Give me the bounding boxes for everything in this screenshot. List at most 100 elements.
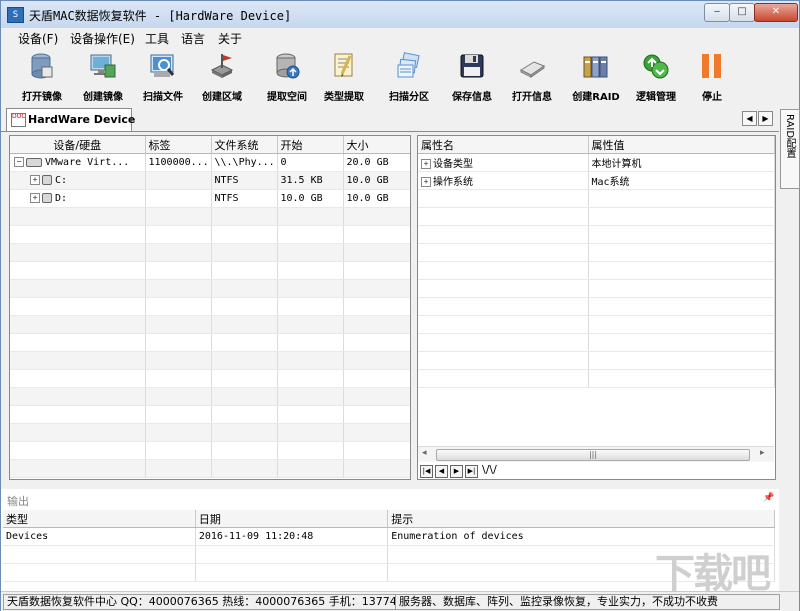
- type-extract-button[interactable]: 类型提取: [314, 52, 374, 104]
- col-size[interactable]: 大小: [343, 136, 410, 154]
- table-cell-size: [343, 423, 410, 442]
- scroll-right-arrow[interactable]: ▸: [760, 448, 765, 458]
- table-row[interactable]: [10, 261, 410, 280]
- table-row[interactable]: [10, 423, 410, 442]
- table-row[interactable]: [10, 405, 410, 424]
- col-label[interactable]: 标签: [145, 136, 212, 154]
- table-row[interactable]: [10, 441, 410, 460]
- property-row[interactable]: [418, 225, 775, 244]
- scroll-left-arrow[interactable]: ◂: [422, 448, 427, 458]
- property-row[interactable]: [418, 261, 775, 280]
- property-row[interactable]: [418, 189, 775, 208]
- open-image-button[interactable]: 打开镜像: [12, 52, 72, 104]
- horizontal-scrollbar[interactable]: ◂ ||| ▸: [418, 446, 774, 462]
- col-hint[interactable]: 提示: [387, 510, 775, 528]
- property-row[interactable]: + 操作系统 Mac系统: [418, 171, 775, 190]
- table-row[interactable]: [10, 243, 410, 262]
- col-start[interactable]: 开始: [277, 136, 344, 154]
- output-title: 输出: [7, 495, 29, 508]
- expand-icon[interactable]: +: [30, 175, 40, 185]
- tab-hardware-device[interactable]: DOC HardWare Device: [6, 108, 135, 131]
- prev-page-button[interactable]: ◀: [435, 465, 448, 478]
- scan-partition-button[interactable]: 扫描分区: [379, 52, 439, 104]
- table-row[interactable]: [10, 459, 410, 478]
- last-page-button[interactable]: ▶|: [465, 465, 478, 478]
- table-row[interactable]: + D: NTFS 10.0 GB 10.0 GB: [10, 189, 410, 208]
- property-row[interactable]: [418, 297, 775, 316]
- table-cell-label: [145, 315, 212, 334]
- table-row[interactable]: [10, 207, 410, 226]
- maximize-button[interactable]: □: [729, 3, 755, 22]
- property-row[interactable]: [418, 369, 775, 388]
- table-cell-fs: [211, 243, 278, 262]
- table-cell-start: [277, 423, 344, 442]
- col-device[interactable]: 设备/硬盘: [10, 136, 146, 154]
- logic-manage-button[interactable]: 逻辑管理: [626, 52, 686, 104]
- open-image-label: 打开镜像: [22, 92, 62, 103]
- create-region-button[interactable]: 创建区域: [192, 52, 252, 104]
- col-filesystem[interactable]: 文件系统: [211, 136, 278, 154]
- table-row[interactable]: + C: NTFS 31.5 KB 10.0 GB: [10, 171, 410, 190]
- scan-file-button[interactable]: 扫描文件: [133, 52, 193, 104]
- col-property-value[interactable]: 属性值: [588, 136, 775, 154]
- property-name-text: 设备类型: [433, 159, 473, 170]
- table-cell-device: [10, 261, 146, 280]
- open-info-button[interactable]: 打开信息: [502, 52, 562, 104]
- table-row[interactable]: [10, 369, 410, 388]
- first-page-button[interactable]: |◀: [420, 465, 433, 478]
- table-row[interactable]: [10, 315, 410, 334]
- raid-config-side-tab[interactable]: RAID配置: [780, 109, 800, 189]
- sheet-tabs[interactable]: \/\/: [482, 463, 497, 476]
- menu-about[interactable]: 关于: [218, 30, 242, 47]
- table-row[interactable]: [10, 351, 410, 370]
- col-type[interactable]: 类型: [3, 510, 196, 528]
- create-raid-button[interactable]: 创建RAID: [566, 52, 626, 104]
- table-cell-label: [145, 243, 212, 262]
- title-bar[interactable]: S 天盾MAC数据恢复软件 - [HardWare Device] ‒ □ ✕: [1, 1, 799, 28]
- expand-icon[interactable]: +: [421, 177, 431, 187]
- table-row[interactable]: [10, 333, 410, 352]
- device-name: C:: [55, 175, 68, 186]
- table-row[interactable]: [10, 387, 410, 406]
- expand-icon[interactable]: +: [30, 193, 40, 203]
- create-image-button[interactable]: 创建镜像: [73, 52, 133, 104]
- menu-device-ops[interactable]: 设备操作(E): [70, 30, 135, 47]
- stop-button[interactable]: 停止: [682, 52, 742, 104]
- property-row[interactable]: [418, 351, 775, 370]
- property-pane: 属性名 属性值 + 设备类型 本地计算机 + 操作系统 Mac系统 ◂ ||| ▸ |◀ …: [417, 135, 776, 480]
- open-info-icon: [519, 61, 546, 78]
- table-row[interactable]: [10, 279, 410, 298]
- table-row[interactable]: [10, 225, 410, 244]
- next-page-button[interactable]: ▶: [450, 465, 463, 478]
- tab-next-button[interactable]: ▶: [758, 111, 773, 126]
- table-cell-start: [277, 351, 344, 370]
- menu-device[interactable]: 设备(F): [18, 30, 58, 47]
- expand-icon[interactable]: +: [421, 159, 431, 169]
- property-row[interactable]: + 设备类型 本地计算机: [418, 153, 775, 172]
- status-bar: 天盾数据恢复软件中心 QQ：4000076365 热线：4000076365 手…: [1, 591, 799, 611]
- table-cell-size: [343, 225, 410, 244]
- collapse-icon[interactable]: −: [14, 157, 24, 167]
- table-row[interactable]: − VMware Virt... 1100000... \\.\Phy... 0 20.0…: [10, 153, 410, 172]
- table-row[interactable]: [10, 297, 410, 316]
- property-row[interactable]: [418, 333, 775, 352]
- pin-icon[interactable]: 📌: [763, 493, 774, 503]
- property-row[interactable]: [418, 243, 775, 262]
- property-row[interactable]: [418, 207, 775, 226]
- menu-tools[interactable]: 工具: [145, 30, 169, 47]
- property-value: [588, 279, 775, 298]
- table-cell-fs: [211, 369, 278, 388]
- tab-prev-button[interactable]: ◀: [742, 111, 757, 126]
- col-date[interactable]: 日期: [195, 510, 389, 528]
- property-row[interactable]: [418, 315, 775, 334]
- menu-language[interactable]: 语言: [181, 30, 205, 47]
- property-name: + 设备类型: [418, 153, 589, 172]
- create-image-icon: [90, 54, 116, 78]
- scroll-thumb[interactable]: |||: [436, 449, 750, 461]
- col-property-name[interactable]: 属性名: [418, 136, 589, 154]
- extract-space-button[interactable]: 提取空间: [257, 52, 317, 104]
- close-button[interactable]: ✕: [754, 3, 798, 22]
- save-info-button[interactable]: 保存信息: [442, 52, 502, 104]
- minimize-button[interactable]: ‒: [704, 3, 730, 22]
- property-row[interactable]: [418, 279, 775, 298]
